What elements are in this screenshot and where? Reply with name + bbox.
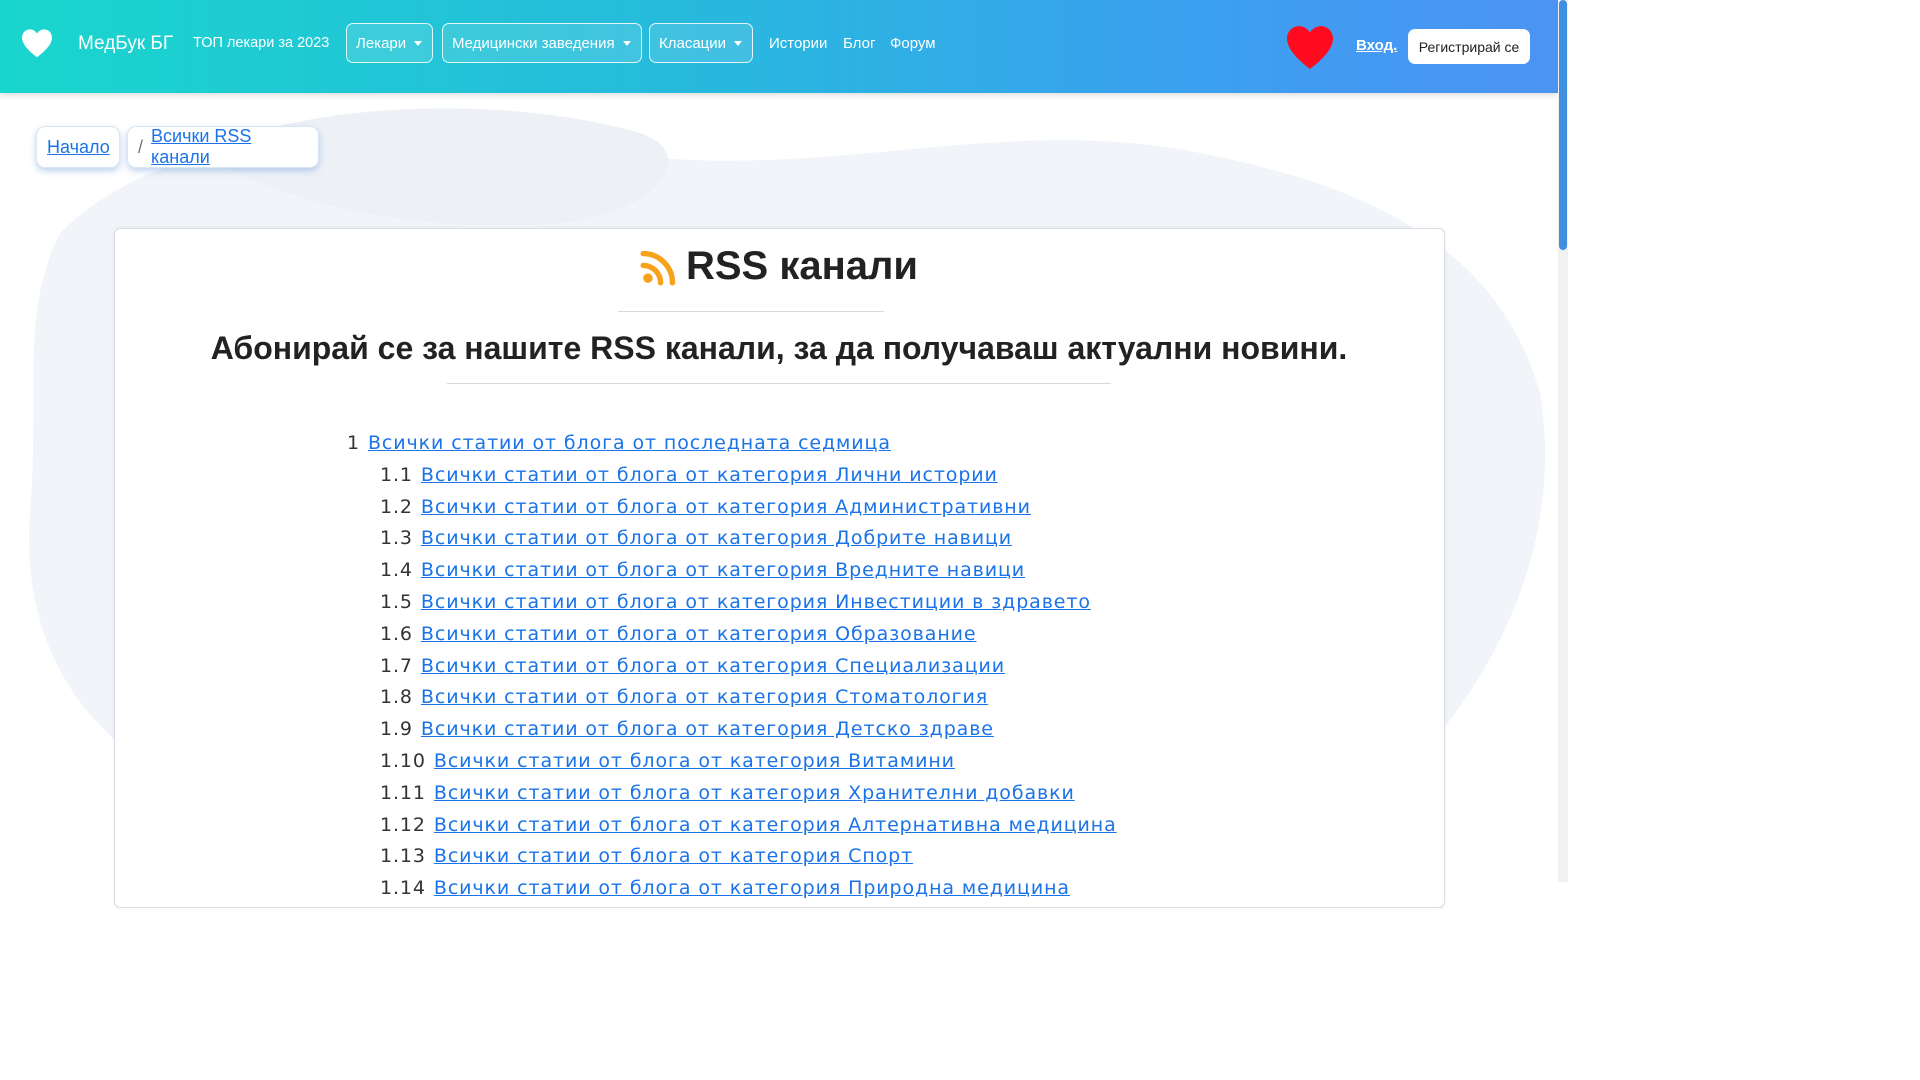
- feed-number: 1.1: [380, 463, 413, 486]
- feed-link[interactable]: Всички статии от блога от категория Стом…: [421, 686, 988, 708]
- breadcrumb-home: Начало: [36, 126, 120, 168]
- favorites-heart-icon[interactable]: [1283, 24, 1337, 75]
- feed-number: 1.10: [380, 749, 426, 772]
- feed-item: 1.11 Всички статии от блога от категория …: [347, 779, 1117, 811]
- feed-number: 1.14: [380, 877, 426, 900]
- feed-item: 1.4 Всички статии от блога от категория В…: [347, 556, 1117, 588]
- breadcrumb-current-link[interactable]: Всички RSS канали: [151, 126, 308, 168]
- nav-top-doctors[interactable]: ТОП лекари за 2023: [193, 35, 329, 51]
- feed-item: 1.2 Всички статии от блога от категория А…: [347, 493, 1117, 525]
- title-divider: [618, 311, 884, 312]
- feed-item: 1.3 Всички статии от блога от категория Д…: [347, 524, 1117, 556]
- feed-item: 1.1 Всички статии от блога от категория Л…: [347, 461, 1117, 493]
- page-subtitle: Абонирай се за нашите RSS канали, за да …: [210, 330, 1348, 366]
- feed-number: 1.4: [380, 559, 413, 582]
- feed-link[interactable]: Всички статии от блога от категория Вита…: [434, 750, 955, 772]
- dropdown-doctors[interactable]: Лекари: [346, 23, 434, 63]
- feed-link[interactable]: Всички статии от блога от категория Спор…: [434, 845, 913, 867]
- feed-link[interactable]: Всички статии от блога от категория Прир…: [434, 877, 1070, 899]
- feed-item: 1.14 Всички статии от блога от категория …: [347, 874, 1117, 906]
- caret-down-icon: [622, 40, 631, 46]
- brand-name[interactable]: МедБук БГ: [78, 33, 173, 55]
- feed-number: 1.8: [380, 686, 413, 709]
- feed-link[interactable]: Всички статии от блога от последната сед…: [368, 432, 891, 454]
- feed-number: 1.7: [380, 654, 413, 677]
- top-navbar: МедБук БГ ТОП лекари за 2023 Лекари Меди…: [0, 0, 1558, 93]
- heart-icon[interactable]: [20, 28, 54, 63]
- feed-item: 1.7 Всички статии от блога от категория С…: [347, 652, 1117, 684]
- feed-item: 1.12 Всички статии от блога от категория …: [347, 811, 1117, 843]
- dropdown-facilities-label: Медицински заведения: [452, 34, 615, 52]
- breadcrumb-current: / Всички RSS канали: [127, 126, 319, 168]
- feed-item: 1.5 Всички статии от блога от категория И…: [347, 588, 1117, 620]
- login-link[interactable]: Вход.: [1356, 37, 1397, 54]
- nav-stories[interactable]: Истории: [769, 35, 827, 52]
- feed-number: 1.6: [380, 622, 413, 645]
- feed-link[interactable]: Всички статии от блога от категория Инве…: [421, 591, 1091, 613]
- breadcrumb-home-link[interactable]: Начало: [47, 137, 110, 158]
- feed-link[interactable]: Всички статии от блога от категория Алте…: [434, 814, 1117, 836]
- feed-number: 1.11: [380, 781, 426, 804]
- feed-item: 1.8 Всички статии от блога от категория С…: [347, 683, 1117, 715]
- feed-number: 1.5: [380, 590, 413, 613]
- page-scrollbar[interactable]: [1558, 0, 1568, 882]
- feed-number: 1.3: [380, 527, 413, 550]
- feed-link[interactable]: Всички статии от блога от категория Хран…: [434, 782, 1075, 804]
- feed-item: 1.13 Всички статии от блога от категория …: [347, 842, 1117, 874]
- feed-link[interactable]: Всички статии от блога от категория Вред…: [421, 559, 1025, 581]
- feed-link[interactable]: Всички статии от блога от категория Личн…: [421, 464, 998, 486]
- caret-down-icon: [414, 40, 423, 46]
- caret-down-icon: [734, 40, 743, 46]
- dropdown-rankings[interactable]: Класации: [649, 23, 754, 63]
- subtitle-divider: [447, 383, 1111, 384]
- scrollbar-thumb[interactable]: [1559, 0, 1567, 250]
- feed-item: 1.6 Всички статии от блога от категория О…: [347, 620, 1117, 652]
- feed-item: 1.9 Всички статии от блога от категория Д…: [347, 715, 1117, 747]
- dropdown-doctors-label: Лекари: [356, 34, 407, 52]
- feed-item: 1.10 Всички статии от блога от категория …: [347, 747, 1117, 779]
- feed-item: 1 Всички статии от блога от последната се…: [347, 429, 1117, 461]
- feed-number: 1.12: [380, 813, 426, 836]
- feed-link[interactable]: Всички статии от блога от категория Добр…: [421, 527, 1012, 549]
- feed-link[interactable]: Всички статии от блога от категория Обра…: [421, 623, 977, 645]
- feed-number: 1.13: [380, 845, 426, 868]
- register-button[interactable]: Регистрирай се: [1408, 29, 1530, 64]
- feed-number: 1.2: [380, 495, 413, 518]
- page-title-text: RSS канали: [685, 244, 919, 288]
- rss-feed-list: 1 Всички статии от блога от последната се…: [347, 429, 1117, 906]
- breadcrumb-separator: /: [138, 136, 144, 157]
- nav-blog[interactable]: Блог: [843, 35, 875, 52]
- feed-link[interactable]: Всички статии от блога от категория Спец…: [421, 655, 1005, 677]
- feed-number: 1.9: [380, 718, 413, 741]
- page-title-row: RSS канали: [0, 244, 1558, 291]
- feed-link[interactable]: Всички статии от блога от категория Адми…: [421, 496, 1031, 518]
- page-title: RSS канали: [640, 244, 918, 289]
- feed-number: 1: [347, 432, 360, 454]
- dropdown-rankings-label: Класации: [659, 34, 727, 52]
- rss-icon: [640, 250, 676, 286]
- feed-link[interactable]: Всички статии от блога от категория Детс…: [421, 718, 994, 740]
- nav-forum[interactable]: Форум: [890, 35, 936, 52]
- dropdown-facilities[interactable]: Медицински заведения: [442, 23, 642, 63]
